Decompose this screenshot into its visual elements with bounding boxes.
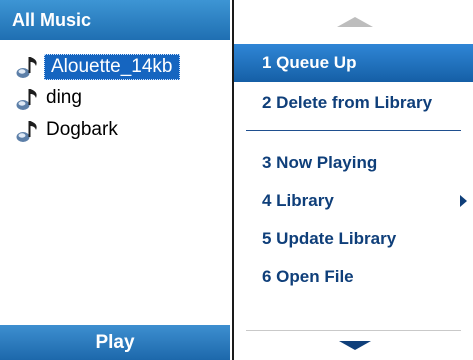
scroll-down-arrow-icon: [338, 340, 371, 350]
play-softkey[interactable]: Play: [0, 325, 230, 360]
track-item[interactable]: Dogbark: [0, 114, 230, 146]
track-title: Dogbark: [46, 119, 118, 140]
music-note-icon: [16, 57, 37, 78]
track-title: ding: [46, 87, 82, 108]
menu-item-library[interactable]: 4 Library: [234, 182, 473, 220]
menu-item-open-file[interactable]: 6 Open File: [234, 258, 473, 296]
menu-item-update-library[interactable]: 5 Update Library: [234, 220, 473, 258]
menu-item-delete-from-library[interactable]: 2 Delete from Library: [234, 84, 473, 122]
scroll-up-arrow-icon: [336, 17, 373, 27]
menu-item-queue-up[interactable]: 1 Queue Up: [234, 44, 473, 82]
track-item[interactable]: ding: [0, 82, 230, 114]
library-pane: All Music Alouette_14kb ding Dogbark Pla…: [0, 0, 230, 360]
scroll-down-button[interactable]: [234, 330, 473, 360]
menu-separator: [246, 130, 461, 131]
submenu-arrow-icon: [460, 195, 467, 207]
menu-item-now-playing[interactable]: 3 Now Playing: [234, 144, 473, 182]
music-note-icon: [16, 89, 37, 110]
context-menu: 1 Queue Up 2 Delete from Library 3 Now P…: [232, 0, 473, 360]
library-header: All Music: [0, 0, 230, 40]
track-title: Alouette_14kb: [44, 54, 180, 80]
scroll-up-button[interactable]: [234, 0, 473, 44]
music-note-icon: [16, 121, 37, 142]
menu-item-library-label: 4 Library: [262, 191, 334, 210]
track-item[interactable]: Alouette_14kb: [0, 50, 230, 82]
